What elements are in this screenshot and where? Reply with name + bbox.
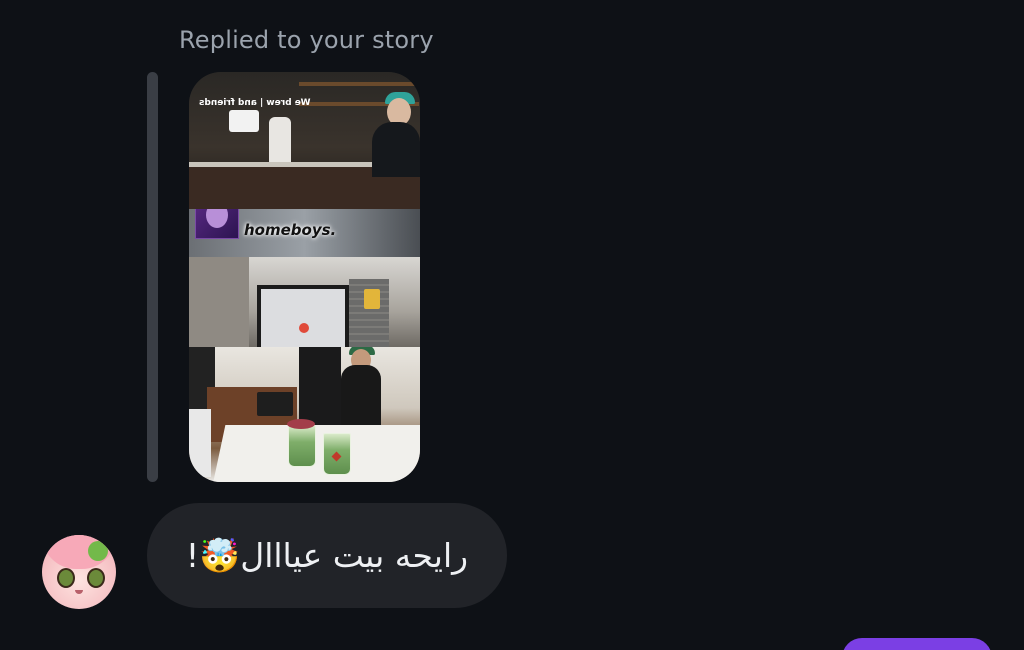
story-photo-counter: We brew | and friends	[189, 72, 420, 209]
avatar-eye	[87, 568, 105, 588]
story-preview-thumbnail[interactable]: We brew | and friends homeboys.	[189, 72, 420, 482]
matcha-drink	[288, 425, 316, 467]
brand-logo-text: homeboys.	[244, 221, 337, 239]
message-text: رايحه بيت عيااال🤯!	[185, 536, 469, 575]
reply-context-label: Replied to your story	[179, 26, 434, 54]
storefront-door	[257, 285, 349, 347]
story-photo-logo: homeboys.	[189, 209, 420, 257]
storefront-wall	[189, 257, 249, 347]
music-sticker-art	[206, 209, 228, 228]
glass	[189, 409, 211, 477]
chat-thread: Replied to your story We brew | and frie…	[0, 0, 1024, 650]
story-photo-storefront	[189, 257, 420, 347]
story-sign-text: We brew | and friends	[199, 98, 311, 108]
sender-avatar[interactable]	[42, 535, 116, 609]
table-top	[212, 425, 420, 482]
shelf	[299, 82, 419, 86]
door-light	[299, 323, 309, 333]
avatar-eye	[57, 568, 75, 588]
reply-quote-bar	[147, 72, 158, 482]
story-photo-kitchen	[189, 347, 420, 482]
avatar-mouth	[75, 590, 83, 594]
speaker	[364, 289, 380, 309]
staff-body	[341, 365, 381, 430]
oven	[257, 392, 293, 416]
clover-icon	[88, 541, 108, 561]
outgoing-message-bubble[interactable]	[842, 638, 992, 650]
barista-body	[372, 122, 420, 177]
music-sticker	[195, 209, 239, 239]
incoming-message-bubble[interactable]: رايحه بيت عيااال🤯!	[147, 503, 507, 608]
drink-topping	[287, 419, 315, 429]
cup-stack	[229, 110, 259, 132]
